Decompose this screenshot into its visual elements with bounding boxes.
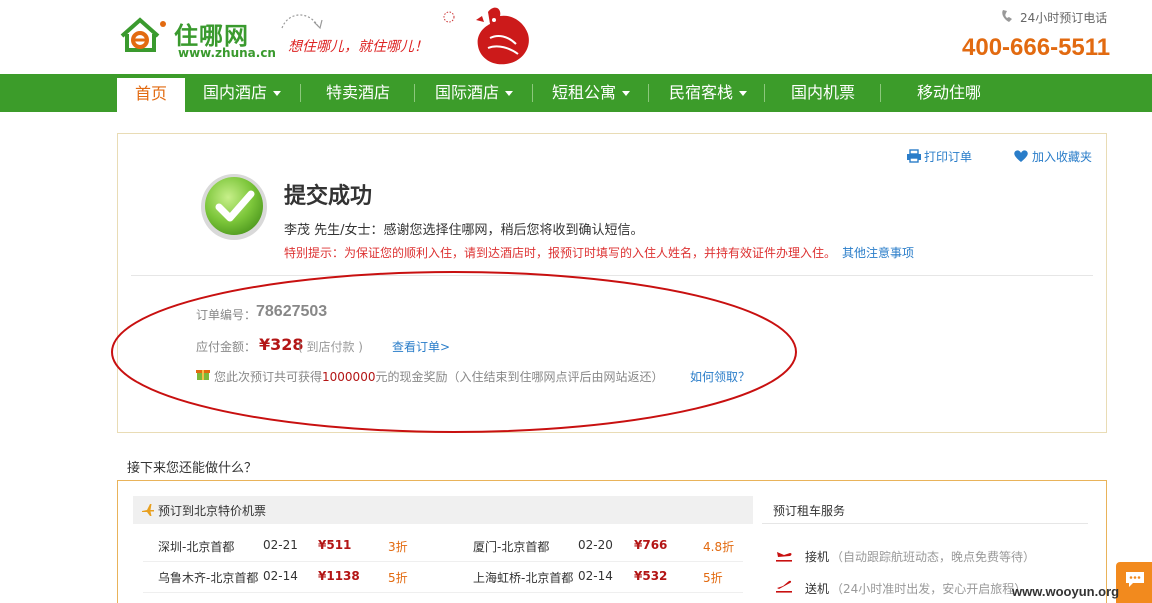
- success-title: 提交成功: [284, 184, 373, 209]
- nav-item-mobile[interactable]: 移动住哪: [886, 74, 1012, 112]
- flight-date: 02-20: [578, 538, 613, 552]
- dropdown-caret-icon: [622, 91, 630, 96]
- pay-at-hotel-note: ( 到店付款 ): [298, 340, 363, 354]
- flight-date: 02-14: [578, 569, 613, 583]
- flight-route[interactable]: 厦门-北京首都: [473, 538, 549, 555]
- flight-discount: 5折: [388, 571, 408, 585]
- order-number-label: 订单编号：: [196, 308, 257, 322]
- watermark: www.wooyun.org: [1012, 584, 1120, 599]
- flight-price: ¥511: [318, 538, 352, 552]
- chat-bubble-icon: [1126, 572, 1144, 587]
- dropdown-caret-icon: [273, 91, 281, 96]
- add-favorite-link[interactable]: 加入收藏夹: [1013, 148, 1092, 165]
- logo-url: www.zhuna.cn: [178, 46, 276, 60]
- cash-reward-message: 您此次预订共可获得1000000元的现金奖励（入住结束到住哪网点评后由网站返还）: [214, 370, 664, 384]
- flight-route[interactable]: 乌鲁木齐-北京首都: [158, 569, 258, 586]
- swoosh-decoration-icon: [281, 14, 323, 30]
- success-check-icon: [201, 174, 267, 240]
- airplane-icon: [142, 504, 154, 516]
- chat-widget[interactable]: [1116, 562, 1152, 603]
- nav-item-international-hotels[interactable]: 国际酒店: [420, 74, 528, 112]
- rooster-papercut-icon: [476, 7, 529, 65]
- flight-date: 02-14: [263, 569, 298, 583]
- nav-separator: [532, 84, 533, 102]
- nav-item-short-rent[interactable]: 短租公寓: [538, 74, 644, 112]
- site-header: 住哪网 www.zhuna.cn 想住哪儿，就住哪儿！ 24小时预订电话 400…: [0, 0, 1152, 74]
- plane-takeoff-icon: [776, 580, 792, 593]
- flight-route[interactable]: 上海虹桥-北京首都: [473, 569, 573, 586]
- nav-item-home[interactable]: 首页: [117, 78, 185, 112]
- car-service-dropoff[interactable]: 送机: [805, 580, 829, 597]
- print-order-link[interactable]: 打印订单: [906, 148, 972, 165]
- order-number-value: 78627503: [256, 303, 328, 320]
- row-divider: [143, 592, 743, 593]
- nav-separator: [648, 84, 649, 102]
- sparkle-icon: [443, 11, 455, 23]
- flight-price: ¥1138: [318, 569, 360, 583]
- other-notes-link[interactable]: 其他注意事项: [842, 246, 914, 260]
- thanks-message: 李茂 先生/女士：感谢您选择住哪网，稍后您将收到确认短信。: [284, 223, 644, 238]
- nav-item-domestic-hotels[interactable]: 国内酒店: [190, 74, 294, 112]
- nav-separator: [414, 84, 415, 102]
- amount-due-label: 应付金额：: [196, 340, 257, 354]
- nav-item-domestic-flights[interactable]: 国内机票: [770, 74, 876, 112]
- flight-discount: 4.8折: [703, 540, 735, 554]
- flight-price: ¥532: [634, 569, 668, 583]
- hotline-label: 24小时预订电话: [1020, 11, 1108, 25]
- car-service-desc: （24小时准时出发，安心开启旅程）: [831, 582, 1027, 596]
- nav-item-homestay[interactable]: 民宿客栈: [654, 74, 762, 112]
- plane-landing-icon: [776, 552, 792, 562]
- car-service-pickup[interactable]: 接机: [805, 548, 829, 565]
- view-order-link[interactable]: 查看订单>: [392, 338, 450, 355]
- nav-separator: [300, 84, 301, 102]
- dropdown-caret-icon: [505, 91, 513, 96]
- slogan: 想住哪儿，就住哪儿！: [288, 39, 428, 55]
- flight-date: 02-21: [263, 538, 298, 552]
- flight-route[interactable]: 深圳-北京首都: [158, 538, 234, 555]
- row-divider: [143, 561, 743, 562]
- flight-discount: 5折: [703, 571, 723, 585]
- car-service-desc: （自动跟踪航班动态，晚点免费等待）: [831, 550, 1036, 564]
- site-logo[interactable]: 住哪网 www.zhuna.cn: [118, 12, 278, 60]
- flight-section-title: 预订到北京特价机票: [158, 504, 267, 518]
- special-tip: 特别提示：为保证您的顺利入住，请到达酒店时，报预订时填写的入住人姓名，并持有效证…: [284, 246, 915, 260]
- panel-divider: [131, 275, 1093, 276]
- main-nav: 首页 国内酒店 特卖酒店 国际酒店 短租公寓 民宿客栈 国内机票 移动住哪: [0, 74, 1152, 112]
- nav-separator: [764, 84, 765, 102]
- dropdown-caret-icon: [739, 91, 747, 96]
- car-section-title: 预订租车服务: [773, 504, 846, 518]
- flight-price: ¥766: [634, 538, 668, 552]
- nav-separator: [880, 84, 881, 102]
- how-to-claim-link[interactable]: 如何领取？: [690, 368, 750, 385]
- logo-house-icon: [120, 17, 166, 52]
- flight-discount: 3折: [388, 540, 408, 554]
- nav-item-flash-sale-hotels[interactable]: 特卖酒店: [306, 74, 410, 112]
- gift-icon: [196, 370, 210, 380]
- next-steps-title: 接下来您还能做什么？: [127, 461, 258, 476]
- amount-due-value: ¥328: [259, 335, 304, 354]
- hotline-number: 400-666-5511: [962, 34, 1111, 61]
